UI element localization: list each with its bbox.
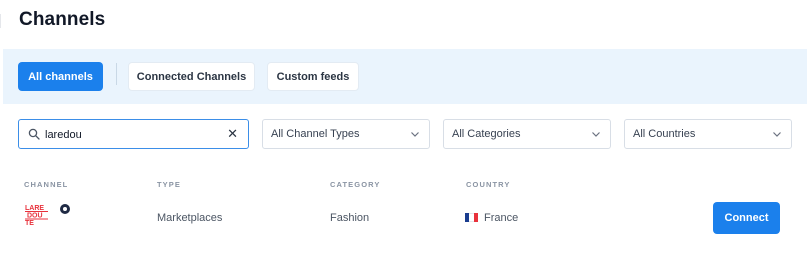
tab-custom-feeds[interactable]: Custom feeds (267, 62, 359, 91)
country-select[interactable]: All Countries (624, 119, 792, 149)
tab-all-channels[interactable]: All channels (18, 62, 103, 91)
category-value: All Categories (452, 128, 521, 140)
channel-category: Fashion (330, 212, 370, 224)
country-value: All Countries (633, 128, 696, 140)
connect-button[interactable]: Connect (713, 202, 780, 234)
close-icon[interactable]: ✕ (227, 127, 238, 141)
svg-text:DOU: DOU (27, 213, 43, 220)
search-icon (28, 128, 40, 140)
search-input[interactable] (45, 126, 225, 143)
column-header-category: CATEGORY (330, 180, 381, 189)
svg-text:TE: TE (25, 220, 34, 226)
column-header-country: COUNTRY (466, 180, 511, 189)
channel-type-select[interactable]: All Channel Types (262, 119, 430, 149)
laredoute-logo: LARE DOU TE (25, 205, 48, 226)
channel-type-value: All Channel Types (271, 128, 360, 140)
left-edge-divider (0, 14, 3, 28)
svg-text:LARE: LARE (25, 205, 44, 212)
channel-country: France (484, 212, 519, 224)
page-title: Channels (19, 9, 106, 30)
france-flag-icon (465, 213, 478, 222)
column-header-type: TYPE (157, 180, 181, 189)
category-select[interactable]: All Categories (443, 119, 611, 149)
channel-type: Marketplaces (157, 212, 223, 224)
search-box: ✕ (18, 119, 249, 149)
status-badge (60, 204, 70, 214)
chevron-down-icon (773, 132, 781, 137)
chevron-down-icon (592, 132, 600, 137)
channel-tabs: All channels Connected Channels Custom f… (3, 49, 807, 104)
tab-connected-channels[interactable]: Connected Channels (128, 62, 255, 91)
chevron-down-icon (411, 132, 419, 137)
column-header-channel: CHANNEL (24, 180, 69, 189)
tab-separator (116, 63, 117, 85)
